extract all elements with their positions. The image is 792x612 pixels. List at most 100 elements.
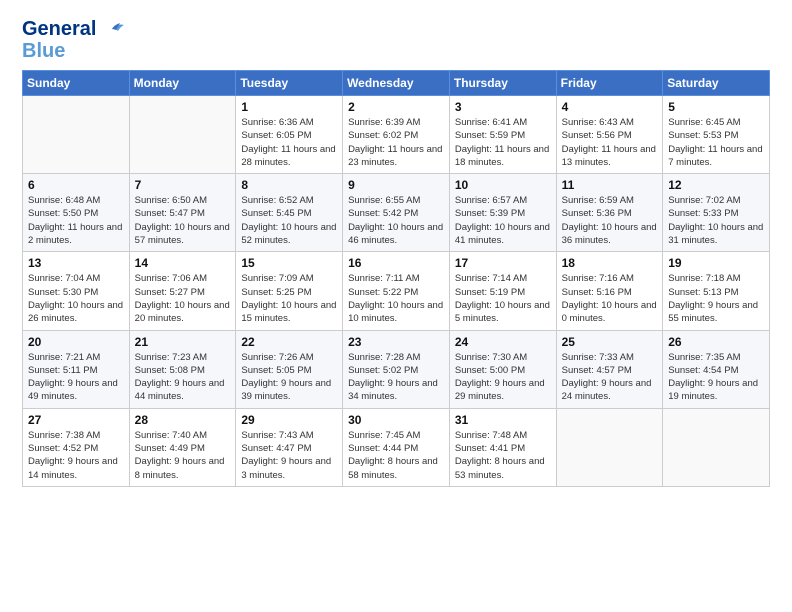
calendar-cell: 17Sunrise: 7:14 AM Sunset: 5:19 PM Dayli… <box>449 252 556 330</box>
weekday-header-saturday: Saturday <box>663 71 770 96</box>
calendar-table: SundayMondayTuesdayWednesdayThursdayFrid… <box>22 70 770 487</box>
day-number: 18 <box>562 256 658 270</box>
weekday-header-wednesday: Wednesday <box>343 71 450 96</box>
calendar-cell <box>663 408 770 486</box>
day-info: Sunrise: 7:06 AM Sunset: 5:27 PM Dayligh… <box>135 272 231 325</box>
calendar-cell: 1 Sunrise: 6:36 AM Sunset: 6:05 PM Daylig… <box>236 96 343 174</box>
week-row-4: 27 Sunrise: 7:38 AM Sunset: 4:52 PM Dayli… <box>23 408 770 486</box>
day-number: 12 <box>668 178 764 192</box>
day-info: Sunrise: 7:21 AM Sunset: 5:11 PM Dayligh… <box>28 351 124 404</box>
week-row-0: 1 Sunrise: 6:36 AM Sunset: 6:05 PM Daylig… <box>23 96 770 174</box>
calendar-cell: 12 Sunrise: 7:02 AM Sunset: 5:33 PM Dayli… <box>663 174 770 252</box>
week-row-2: 13 Sunrise: 7:04 AM Sunset: 5:30 PM Dayli… <box>23 252 770 330</box>
calendar-cell: 26Sunrise: 7:35 AM Sunset: 4:54 PM Dayli… <box>663 330 770 408</box>
day-info: Sunrise: 7:23 AM Sunset: 5:08 PM Dayligh… <box>135 351 231 404</box>
day-number: 13 <box>28 256 124 270</box>
calendar-cell: 14 Sunrise: 7:06 AM Sunset: 5:27 PM Dayli… <box>129 252 236 330</box>
day-number: 8 <box>241 178 337 192</box>
day-number: 19 <box>668 256 764 270</box>
day-info: Sunrise: 7:28 AM Sunset: 5:02 PM Dayligh… <box>348 351 444 404</box>
weekday-header-friday: Friday <box>556 71 663 96</box>
day-number: 29 <box>241 413 337 427</box>
day-info: Sunrise: 7:02 AM Sunset: 5:33 PM Dayligh… <box>668 194 764 247</box>
week-row-3: 20 Sunrise: 7:21 AM Sunset: 5:11 PM Dayli… <box>23 330 770 408</box>
day-info: Sunrise: 6:50 AM Sunset: 5:47 PM Dayligh… <box>135 194 231 247</box>
day-info: Sunrise: 7:16 AM Sunset: 5:16 PM Dayligh… <box>562 272 658 325</box>
day-number: 25 <box>562 335 658 349</box>
day-info: Sunrise: 7:04 AM Sunset: 5:30 PM Dayligh… <box>28 272 124 325</box>
page: GeneralBlue SundayMondayTuesdayWednesday… <box>0 0 792 612</box>
day-info: Sunrise: 7:43 AM Sunset: 4:47 PM Dayligh… <box>241 429 337 482</box>
day-number: 14 <box>135 256 231 270</box>
day-info: Sunrise: 6:41 AM Sunset: 5:59 PM Dayligh… <box>455 116 551 169</box>
day-info: Sunrise: 6:57 AM Sunset: 5:39 PM Dayligh… <box>455 194 551 247</box>
day-info: Sunrise: 7:26 AM Sunset: 5:05 PM Dayligh… <box>241 351 337 404</box>
day-number: 21 <box>135 335 231 349</box>
logo-bird-icon <box>98 21 126 41</box>
calendar-cell: 29 Sunrise: 7:43 AM Sunset: 4:47 PM Dayli… <box>236 408 343 486</box>
day-info: Sunrise: 7:18 AM Sunset: 5:13 PM Dayligh… <box>668 272 764 325</box>
day-number: 23 <box>348 335 444 349</box>
calendar-cell: 4 Sunrise: 6:43 AM Sunset: 5:56 PM Daylig… <box>556 96 663 174</box>
day-number: 7 <box>135 178 231 192</box>
calendar-cell: 27 Sunrise: 7:38 AM Sunset: 4:52 PM Dayli… <box>23 408 130 486</box>
calendar-cell: 13 Sunrise: 7:04 AM Sunset: 5:30 PM Dayli… <box>23 252 130 330</box>
day-info: Sunrise: 6:55 AM Sunset: 5:42 PM Dayligh… <box>348 194 444 247</box>
day-number: 5 <box>668 100 764 114</box>
day-info: Sunrise: 7:09 AM Sunset: 5:25 PM Dayligh… <box>241 272 337 325</box>
day-info: Sunrise: 6:48 AM Sunset: 5:50 PM Dayligh… <box>28 194 124 247</box>
day-info: Sunrise: 7:48 AM Sunset: 4:41 PM Dayligh… <box>455 429 551 482</box>
day-number: 6 <box>28 178 124 192</box>
day-number: 3 <box>455 100 551 114</box>
calendar-cell: 25 Sunrise: 7:33 AM Sunset: 4:57 PM Dayli… <box>556 330 663 408</box>
weekday-header-monday: Monday <box>129 71 236 96</box>
day-info: Sunrise: 7:30 AM Sunset: 5:00 PM Dayligh… <box>455 351 551 404</box>
calendar-cell: 18 Sunrise: 7:16 AM Sunset: 5:16 PM Dayli… <box>556 252 663 330</box>
logo-text: GeneralBlue <box>22 18 96 62</box>
day-number: 17 <box>455 256 551 270</box>
day-info: Sunrise: 7:11 AM Sunset: 5:22 PM Dayligh… <box>348 272 444 325</box>
day-number: 2 <box>348 100 444 114</box>
day-info: Sunrise: 7:33 AM Sunset: 4:57 PM Dayligh… <box>562 351 658 404</box>
calendar-cell: 7 Sunrise: 6:50 AM Sunset: 5:47 PM Daylig… <box>129 174 236 252</box>
day-number: 24 <box>455 335 551 349</box>
weekday-header-row: SundayMondayTuesdayWednesdayThursdayFrid… <box>23 71 770 96</box>
logo-blue: Blue <box>22 40 65 62</box>
day-number: 30 <box>348 413 444 427</box>
day-number: 11 <box>562 178 658 192</box>
calendar-cell: 28 Sunrise: 7:40 AM Sunset: 4:49 PM Dayli… <box>129 408 236 486</box>
day-number: 1 <box>241 100 337 114</box>
calendar-cell: 31Sunrise: 7:48 AM Sunset: 4:41 PM Dayli… <box>449 408 556 486</box>
day-number: 22 <box>241 335 337 349</box>
day-info: Sunrise: 7:38 AM Sunset: 4:52 PM Dayligh… <box>28 429 124 482</box>
calendar-cell: 16Sunrise: 7:11 AM Sunset: 5:22 PM Dayli… <box>343 252 450 330</box>
weekday-header-sunday: Sunday <box>23 71 130 96</box>
day-number: 20 <box>28 335 124 349</box>
day-number: 9 <box>348 178 444 192</box>
logo: GeneralBlue <box>22 18 126 62</box>
calendar-cell: 19 Sunrise: 7:18 AM Sunset: 5:13 PM Dayli… <box>663 252 770 330</box>
day-number: 27 <box>28 413 124 427</box>
week-row-1: 6 Sunrise: 6:48 AM Sunset: 5:50 PM Daylig… <box>23 174 770 252</box>
day-info: Sunrise: 7:40 AM Sunset: 4:49 PM Dayligh… <box>135 429 231 482</box>
day-number: 28 <box>135 413 231 427</box>
day-number: 10 <box>455 178 551 192</box>
day-info: Sunrise: 7:45 AM Sunset: 4:44 PM Dayligh… <box>348 429 444 482</box>
calendar-cell: 20 Sunrise: 7:21 AM Sunset: 5:11 PM Dayli… <box>23 330 130 408</box>
calendar-cell: 9 Sunrise: 6:55 AM Sunset: 5:42 PM Daylig… <box>343 174 450 252</box>
calendar-cell: 10 Sunrise: 6:57 AM Sunset: 5:39 PM Dayli… <box>449 174 556 252</box>
day-info: Sunrise: 6:45 AM Sunset: 5:53 PM Dayligh… <box>668 116 764 169</box>
weekday-header-tuesday: Tuesday <box>236 71 343 96</box>
day-info: Sunrise: 6:36 AM Sunset: 6:05 PM Dayligh… <box>241 116 337 169</box>
calendar-cell: 2 Sunrise: 6:39 AM Sunset: 6:02 PM Daylig… <box>343 96 450 174</box>
day-number: 26 <box>668 335 764 349</box>
calendar-cell: 24 Sunrise: 7:30 AM Sunset: 5:00 PM Dayli… <box>449 330 556 408</box>
calendar-cell: 11 Sunrise: 6:59 AM Sunset: 5:36 PM Dayli… <box>556 174 663 252</box>
day-number: 4 <box>562 100 658 114</box>
weekday-header-thursday: Thursday <box>449 71 556 96</box>
day-info: Sunrise: 6:43 AM Sunset: 5:56 PM Dayligh… <box>562 116 658 169</box>
calendar-cell <box>556 408 663 486</box>
calendar-cell: 6 Sunrise: 6:48 AM Sunset: 5:50 PM Daylig… <box>23 174 130 252</box>
day-info: Sunrise: 6:59 AM Sunset: 5:36 PM Dayligh… <box>562 194 658 247</box>
day-info: Sunrise: 6:39 AM Sunset: 6:02 PM Dayligh… <box>348 116 444 169</box>
